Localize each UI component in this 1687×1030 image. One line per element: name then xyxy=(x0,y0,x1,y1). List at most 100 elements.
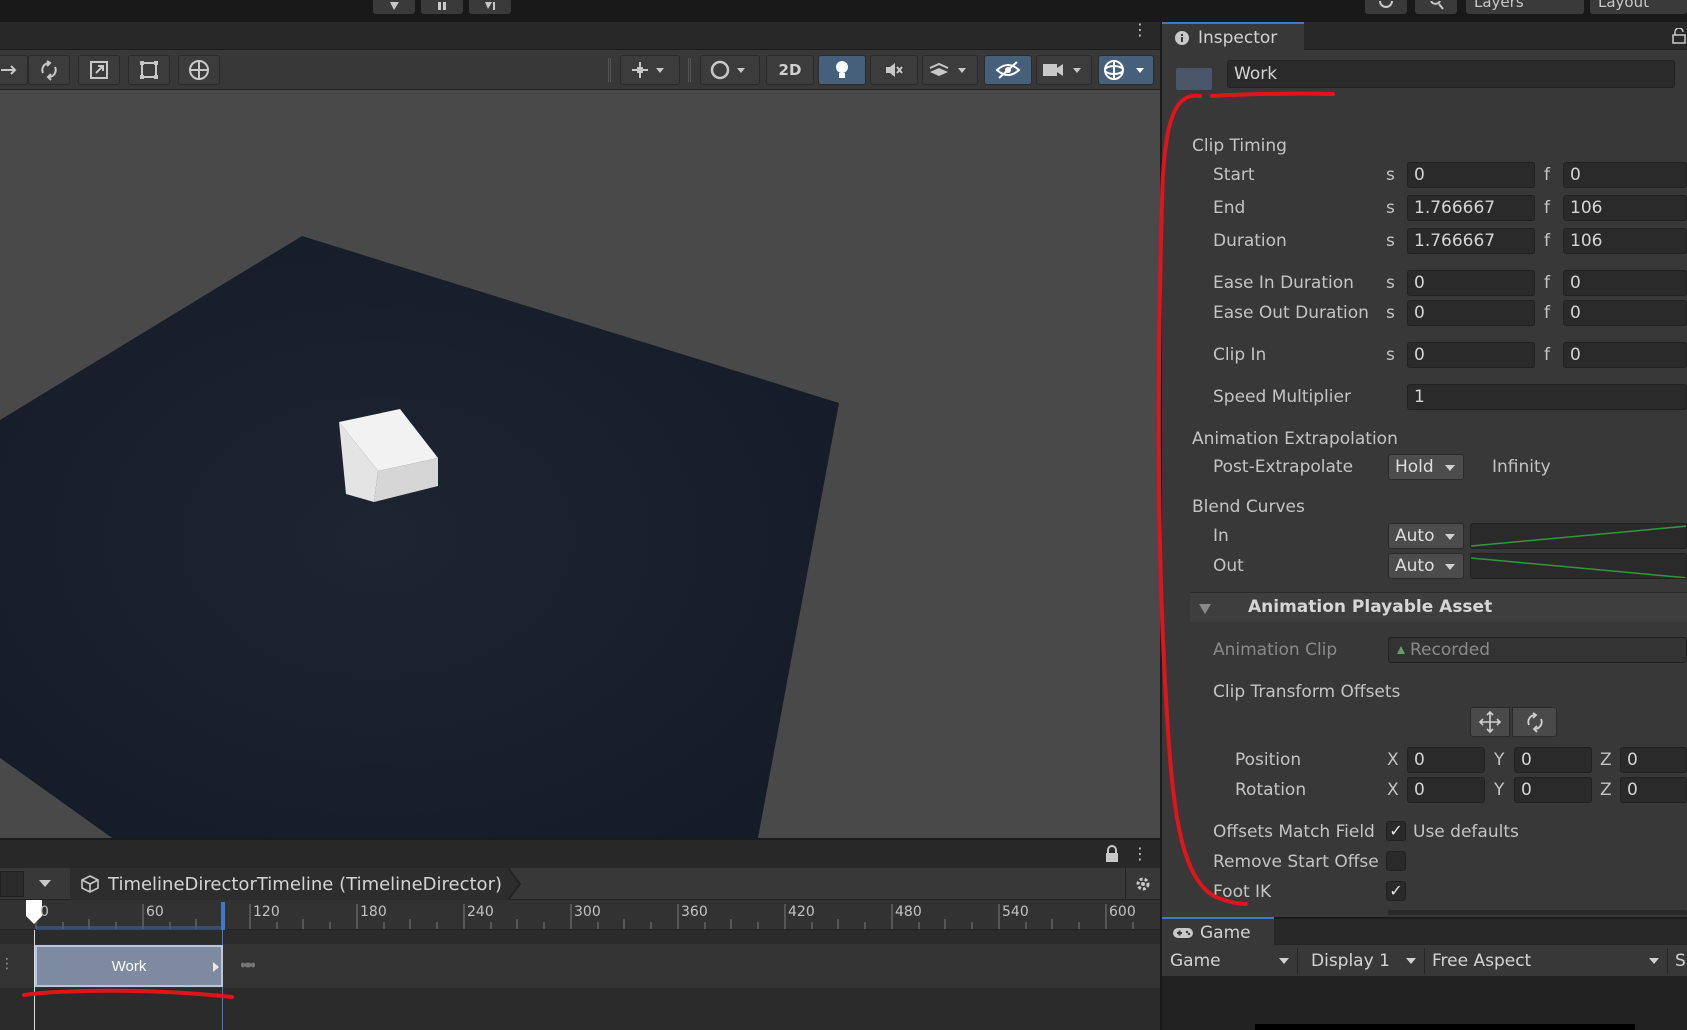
blend-in-curve[interactable] xyxy=(1470,523,1687,549)
camera-dropdown[interactable] xyxy=(1036,55,1092,85)
pause-icon xyxy=(438,2,446,10)
play-button[interactable] xyxy=(373,0,415,14)
game-view-dropdown[interactable]: Game xyxy=(1162,948,1298,974)
pivot-dropdown[interactable] xyxy=(620,55,680,85)
rotation-z-input[interactable]: 0 xyxy=(1620,777,1687,803)
chevron-down-icon[interactable] xyxy=(38,879,52,889)
duration-label: Duration xyxy=(1213,231,1287,251)
display-dropdown[interactable]: Display 1 xyxy=(1303,948,1425,974)
end-seconds-input[interactable]: 1.766667 xyxy=(1407,195,1535,221)
camera-icon xyxy=(1043,64,1081,76)
timeline-field[interactable] xyxy=(0,871,24,897)
blend-out-label: Out xyxy=(1213,556,1244,576)
blend-out-dropdown[interactable]: Auto xyxy=(1388,553,1464,579)
inspector-lock-icon[interactable] xyxy=(1672,28,1686,44)
frames-unit: f xyxy=(1544,231,1550,251)
2d-mode-button[interactable]: 2D xyxy=(766,55,814,85)
move-tool-button[interactable] xyxy=(0,55,28,85)
position-x-input[interactable]: 0 xyxy=(1407,747,1485,773)
start-seconds-input[interactable]: 0 xyxy=(1407,162,1535,188)
blend-out-curve[interactable] xyxy=(1470,553,1687,579)
rotate-tool-button[interactable] xyxy=(28,55,70,85)
axis-x-label: X xyxy=(1387,750,1399,770)
axis-z-label: Z xyxy=(1600,750,1612,770)
scene-toolbar: 2D xyxy=(0,50,1160,90)
seconds-unit: s xyxy=(1386,231,1395,251)
history-button[interactable] xyxy=(1365,0,1407,14)
search-button[interactable] xyxy=(1415,0,1457,14)
remove-start-offset-checkbox[interactable] xyxy=(1386,851,1406,871)
ease-in-frames-input[interactable]: 0 xyxy=(1563,270,1687,296)
frames-unit: f xyxy=(1544,273,1550,293)
rotation-y-input[interactable]: 0 xyxy=(1514,777,1592,803)
offsets-match-fields-checkbox[interactable]: ✓ xyxy=(1386,821,1406,841)
lighting-toggle[interactable] xyxy=(818,55,866,85)
layers-dropdown[interactable]: Layers xyxy=(1466,0,1584,14)
post-extrapolate-dropdown[interactable]: Hold xyxy=(1388,454,1464,480)
rotate-offset-button[interactable] xyxy=(1512,707,1557,737)
pause-button[interactable] xyxy=(421,0,463,14)
start-frames-input[interactable]: 0 xyxy=(1563,162,1687,188)
shading-sphere-icon xyxy=(710,60,745,80)
ease-out-frames-input[interactable]: 0 xyxy=(1563,300,1687,326)
gizmos-dropdown[interactable] xyxy=(1098,55,1154,85)
ruler-label: 120 xyxy=(253,904,280,920)
scale-tool-button[interactable] xyxy=(78,55,120,85)
scale-tool-icon xyxy=(90,61,108,79)
effects-layers-icon xyxy=(929,62,966,76)
lock-icon[interactable] xyxy=(1104,845,1120,863)
end-label: End xyxy=(1213,198,1246,218)
gameobject-cube-icon xyxy=(81,875,99,893)
effects-dropdown[interactable] xyxy=(922,55,978,85)
shading-dropdown[interactable] xyxy=(700,55,760,85)
rect-tool-button[interactable] xyxy=(128,55,170,85)
aspect-dropdown[interactable]: Free Aspect xyxy=(1424,948,1668,974)
timeline-more-icon[interactable]: ⋮ xyxy=(1132,844,1148,863)
audio-toggle[interactable] xyxy=(870,55,918,85)
timeline-toolbar: TimelineDirectorTimeline (TimelineDirect… xyxy=(0,868,1160,900)
rotation-x-input[interactable]: 0 xyxy=(1407,777,1485,803)
move-arrows-icon xyxy=(1478,710,1502,734)
seconds-unit: s xyxy=(1386,165,1395,185)
step-button[interactable] xyxy=(469,0,511,14)
post-extrapolate-label: Post-Extrapolate xyxy=(1213,457,1354,477)
seconds-unit: s xyxy=(1386,345,1395,365)
ease-in-seconds-input[interactable]: 0 xyxy=(1407,270,1535,296)
toolbar-grip xyxy=(608,58,611,82)
end-frames-input[interactable]: 106 xyxy=(1563,195,1687,221)
seconds-unit: s xyxy=(1386,273,1395,293)
clip-in-seconds-input[interactable]: 0 xyxy=(1407,342,1535,368)
history-icon xyxy=(1379,1,1393,8)
duration-seconds-input[interactable]: 1.766667 xyxy=(1407,228,1535,254)
move-offset-button[interactable] xyxy=(1470,707,1510,737)
timeline-settings-button[interactable] xyxy=(1125,868,1160,900)
playable-asset-header[interactable]: Animation Playable Asset xyxy=(1190,592,1687,622)
scene-more-icon[interactable]: ⋮ xyxy=(1132,22,1148,38)
work-clip[interactable]: Work xyxy=(35,945,223,987)
clip-asset-icon xyxy=(1176,68,1212,90)
timeline-breadcrumb[interactable]: TimelineDirectorTimeline (TimelineDirect… xyxy=(70,868,510,900)
visibility-toggle[interactable] xyxy=(984,55,1032,85)
game-render-area xyxy=(1255,1024,1635,1030)
inspector-tab[interactable]: Inspector xyxy=(1162,22,1304,51)
game-viewport[interactable] xyxy=(1162,977,1687,1030)
clip-name-input[interactable]: Work xyxy=(1227,60,1675,88)
ease-out-seconds-input[interactable]: 0 xyxy=(1407,300,1535,326)
play-icon xyxy=(390,2,399,10)
transform-tool-button[interactable] xyxy=(178,55,220,85)
layers-label: Layers xyxy=(1474,0,1524,11)
track-drag-handle[interactable]: ⋮ xyxy=(0,956,14,972)
scene-viewport[interactable] xyxy=(0,90,1160,838)
blend-in-dropdown[interactable]: Auto xyxy=(1388,523,1464,549)
position-y-input[interactable]: 0 xyxy=(1514,747,1592,773)
game-extra-control[interactable]: S xyxy=(1675,948,1686,974)
speed-multiplier-input[interactable]: 1 xyxy=(1407,384,1687,410)
foot-ik-checkbox[interactable]: ✓ xyxy=(1386,881,1406,901)
layout-dropdown[interactable]: Layout xyxy=(1590,0,1687,14)
duration-frames-input[interactable]: 106 xyxy=(1563,228,1687,254)
game-tab[interactable]: Game xyxy=(1162,917,1274,946)
ruler-label: 300 xyxy=(574,904,601,920)
position-z-input[interactable]: 0 xyxy=(1620,747,1687,773)
clip-in-frames-input[interactable]: 0 xyxy=(1563,342,1687,368)
animation-clip-field[interactable]: Recorded xyxy=(1388,637,1687,663)
